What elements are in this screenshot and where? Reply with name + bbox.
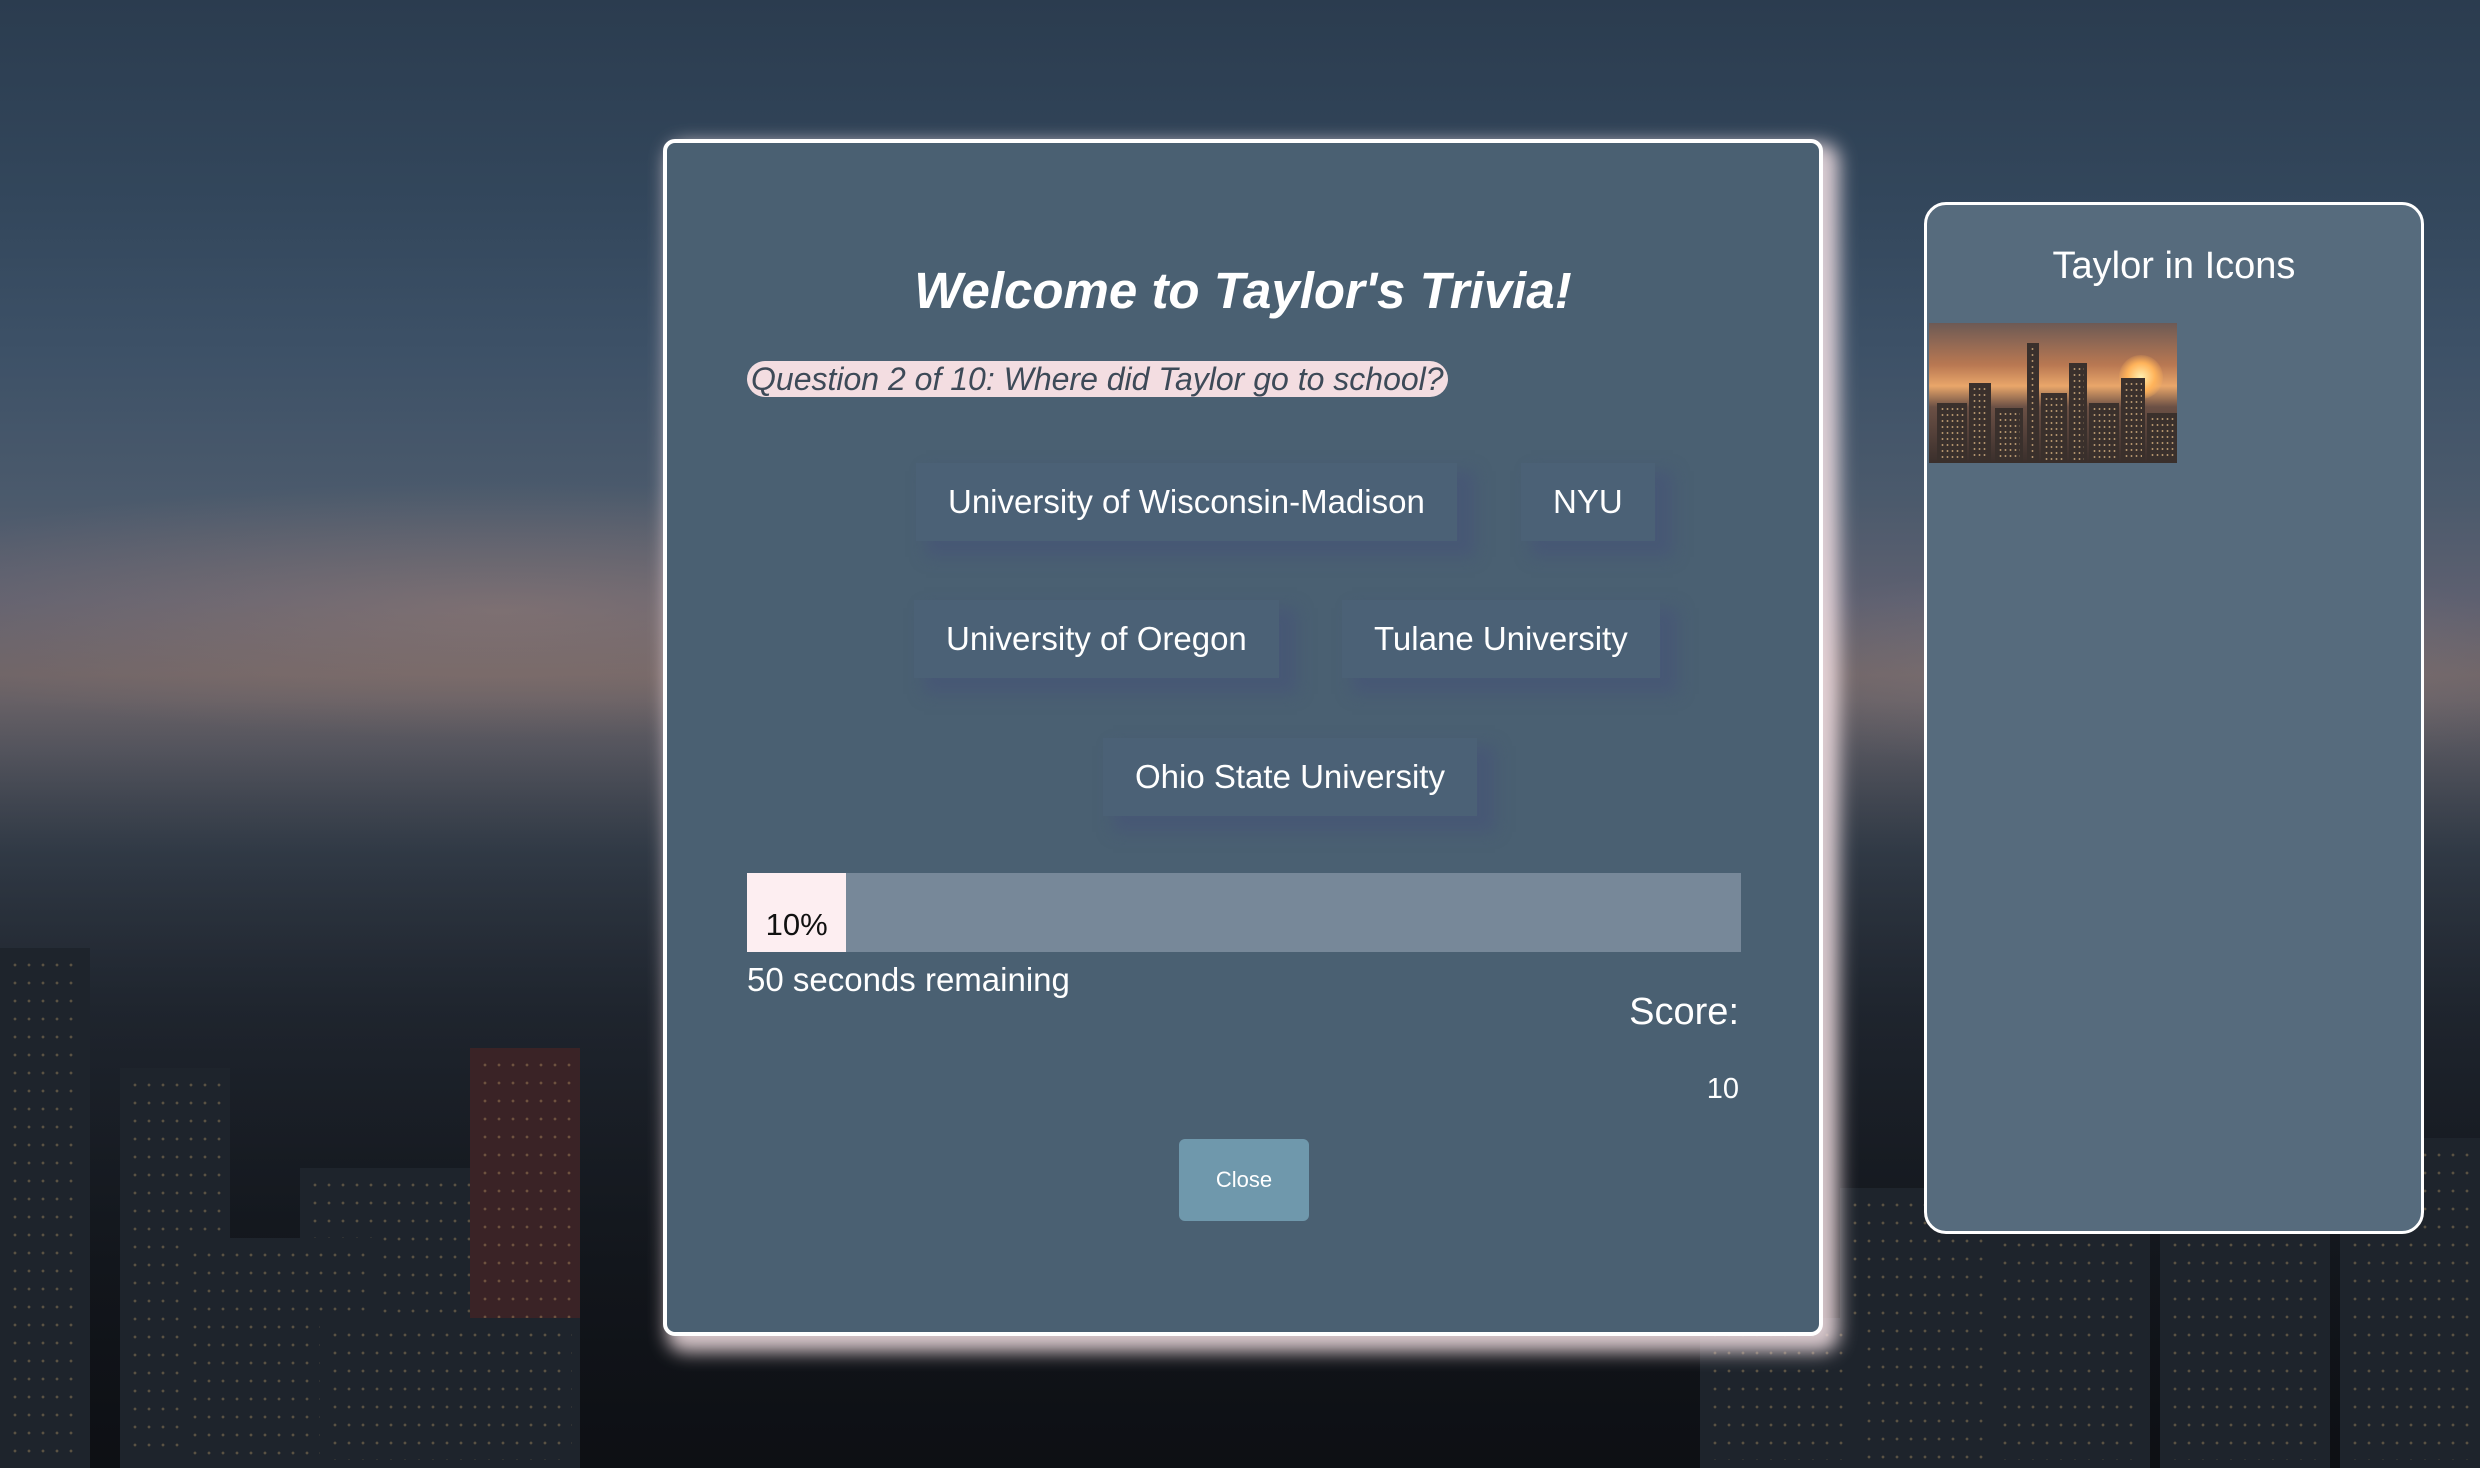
side-panel-title: Taylor in Icons — [2052, 245, 2296, 287]
close-button[interactable]: Close — [1179, 1139, 1309, 1221]
answer-button-nyu[interactable]: NYU — [1521, 463, 1655, 541]
side-panel: Taylor in Icons — [1924, 202, 2424, 1234]
progress-bar: 10% — [747, 873, 1741, 952]
timer-text: 50 seconds remaining — [747, 961, 1070, 998]
answer-button-tulane[interactable]: Tulane University — [1342, 600, 1660, 678]
score-label: Score: — [1629, 991, 1739, 1033]
trivia-panel: Welcome to Taylor's Trivia! Question 2 o… — [663, 139, 1823, 1336]
city-skyline-thumbnail — [1929, 323, 2177, 463]
question-text: Question 2 of 10: Where did Taylor go to… — [747, 361, 1448, 397]
score-value: 10 — [1706, 1073, 1739, 1105]
answer-button-wisconsin[interactable]: University of Wisconsin-Madison — [916, 463, 1457, 541]
page-title: Welcome to Taylor's Trivia! — [914, 262, 1572, 319]
answer-button-ohio-state[interactable]: Ohio State University — [1103, 738, 1477, 816]
answer-button-oregon[interactable]: University of Oregon — [914, 600, 1279, 678]
progress-fill: 10% — [747, 873, 847, 952]
